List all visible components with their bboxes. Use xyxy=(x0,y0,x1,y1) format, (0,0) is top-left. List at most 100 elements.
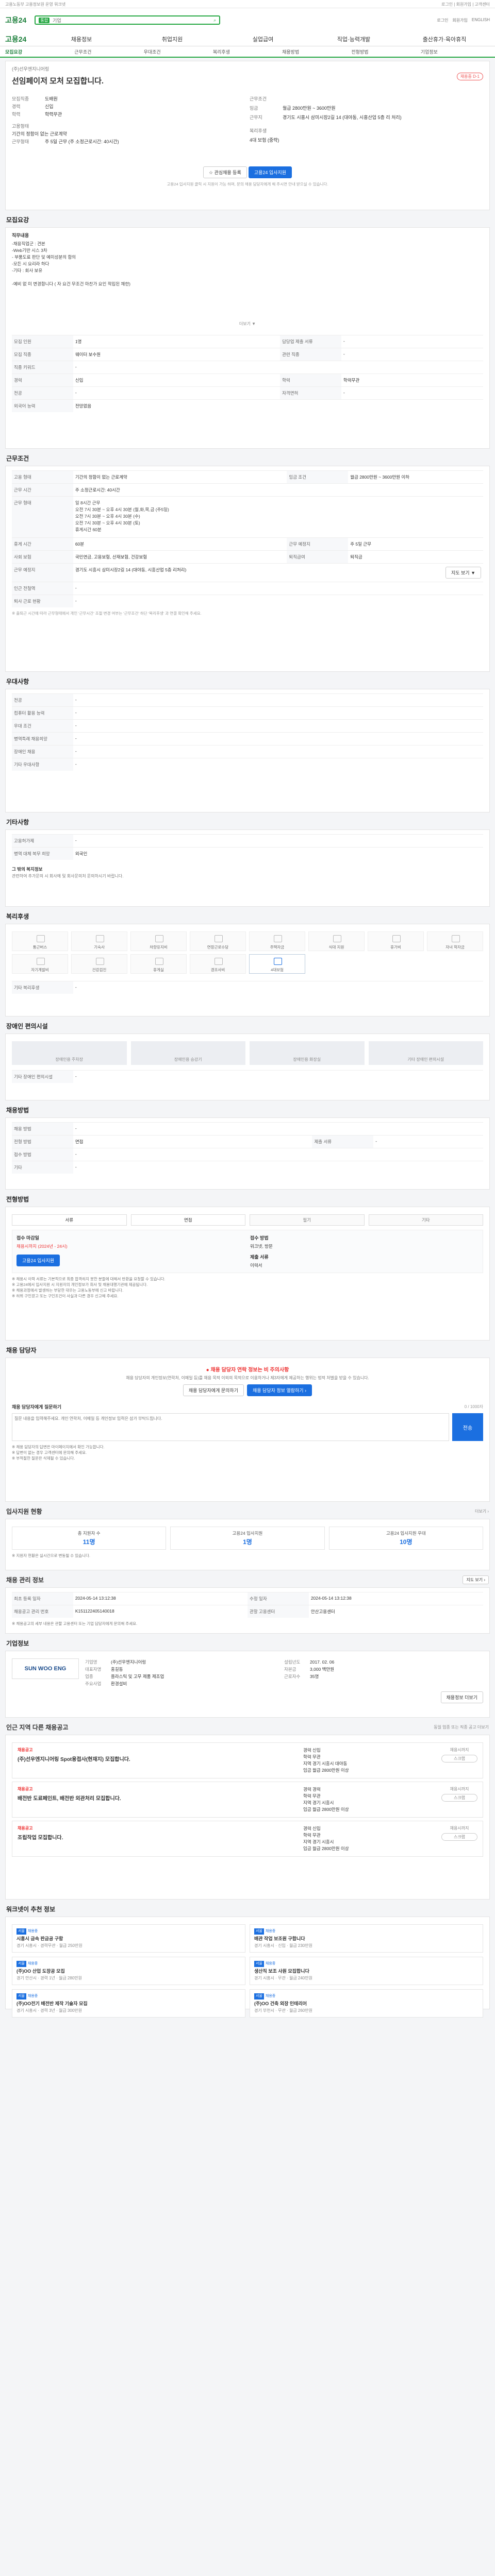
scrap-button[interactable]: 스크랩 xyxy=(441,1755,477,1762)
job-type: 채용공고 xyxy=(18,1748,33,1752)
apply-button[interactable]: 고용24 입사지원 xyxy=(248,166,292,178)
related-job-card[interactable]: 채용공고 배전반 도료페인트, 배전반 외관처리 모집합니다. 경력 경력 학력 무관… xyxy=(12,1782,483,1818)
recruit-body: -채용직업군 : 견본 -Web기반 시스 3차 - 부품도료 판단 및 예미성… xyxy=(12,241,130,286)
recommend-item[interactable]: 서울 채용중 배관 작업 보조원 구합니다 경기 시흥시 · 신입 · 월급 230만… xyxy=(250,1924,483,1953)
nav-home[interactable]: 고용24 xyxy=(5,34,36,44)
method-steps: 서류 면접 필기 기타 xyxy=(12,1214,483,1226)
method-apply-button[interactable]: 고용24 입사지원 xyxy=(16,1255,60,1266)
status-badge: 채용중 xyxy=(27,1962,38,1965)
region-tag: 서울 xyxy=(254,1993,264,1999)
job-meta: 경력 경력 학력 무관 지역 경기 시흥시 임금 월급 2800만원 이상 xyxy=(303,1786,437,1813)
job-meta-line: 학력 무관 xyxy=(303,1833,321,1838)
recruit-more-button[interactable]: 더보기 ▼ xyxy=(12,321,483,327)
recommend-item[interactable]: 서울 채용중 시흥시 금속 판금공 구함 경기 시흥시 · 경력무관 · 월급 250… xyxy=(12,1924,245,1953)
job-meta-line: 경력 경력 xyxy=(303,1787,321,1792)
scrap-button[interactable]: ☆ 관심채용 등록 xyxy=(203,166,247,178)
search-value: 기업 xyxy=(53,18,61,23)
stat-total: 총 지원자 수 11명 xyxy=(12,1527,167,1550)
util-login[interactable]: 로그인 xyxy=(437,18,448,23)
job-meta-line: 경력 신입 xyxy=(303,1748,321,1753)
welfare-item: 기숙사 xyxy=(71,931,127,951)
job-meta-line: 지역 경기 시흥시 대야동 xyxy=(303,1761,348,1766)
section-title-disabled: 장애인 편의시설 xyxy=(6,1023,48,1030)
job-meta-line: 지역 경기 시흥시 xyxy=(303,1800,334,1805)
recommend-meta: 경기 안산시 · 경력 1년 · 월급 280만원 xyxy=(16,1976,82,1980)
search-input[interactable]: 통합 기업 ⌕ xyxy=(35,15,221,25)
company-more-button[interactable]: 채용정보 더보기 xyxy=(440,1691,483,1703)
section-title-stats: 입사지원 현황 xyxy=(6,1508,42,1515)
util-english[interactable]: ENGLISH xyxy=(472,18,490,23)
stats-card: 총 지원자 수 11명 고용24 입사지원 1명 고용24 입사지원 우대 10명 ※… xyxy=(5,1519,490,1570)
welfare-item: 휴게실 xyxy=(130,954,187,974)
job-title-link[interactable]: 배전반 도료페인트, 배전반 외관처리 모집합니다. xyxy=(18,1794,299,1802)
recommend-title[interactable]: 배관 작업 보조원 구합니다 xyxy=(254,1936,478,1942)
job-meta: 경력 신입 학력 무관 지역 경기 시흥시 대야동 임금 월급 2800만원 이상 xyxy=(303,1747,437,1774)
job-meta-line: 임금 월급 2800만원 이상 xyxy=(303,1807,349,1812)
welfare-item: 4대보험 xyxy=(249,954,305,974)
job-title: 선임페이저 모처 모집합니다. xyxy=(12,77,104,86)
search-row: 고용24 통합 기업 ⌕ 로그인 회원가입 ENGLISH xyxy=(0,8,495,32)
nav-item-training[interactable]: 직업·능력개발 xyxy=(308,35,399,43)
welfare-item: 경조사비 xyxy=(190,954,246,974)
recommend-title[interactable]: (주)OO 건축 외장 인테리어 xyxy=(254,2001,478,2007)
mgmt-table: 최초 등록 일자 2024-05-14 13:12:38 수정 일자 2024-05-… xyxy=(12,1592,483,1618)
question-area: 전송 xyxy=(12,1413,483,1441)
topbar-left: 고용노동부 고용정보원 운영 워크넷 xyxy=(5,2,66,7)
recommend-title[interactable]: 시흥시 금속 판금공 구함 xyxy=(16,1936,241,1942)
welfare-item: 주택자금 xyxy=(249,931,305,951)
stats-more[interactable]: 더보기 › xyxy=(475,1509,489,1514)
recommend-item[interactable]: 서울 채용중 생산직 보조 사원 모집합니다 경기 시흥시 · 무관 · 월급 240… xyxy=(250,1957,483,1985)
other-note: 관련하여 추가문의 시 회사에 및 회사문의처 문의하시기 바랍니다. xyxy=(12,874,124,878)
apply-notice: 고용24 입사지원 클릭 시 지원이 가능 하며, 문의 채용 담당자에게 해 … xyxy=(167,182,328,187)
status-badge: 채용중 xyxy=(27,1929,38,1933)
view-contact-button[interactable]: 채용 담당자 정보 열람하기 › xyxy=(247,1384,312,1396)
question-input[interactable] xyxy=(12,1413,449,1441)
scrap-button[interactable]: 스크랩 xyxy=(441,1794,477,1802)
site-logo[interactable]: 고용24 xyxy=(5,15,26,25)
related-job-card[interactable]: 채용공고 조립작업 모집합니다. 경력 신입 학력 무관 지역 경기 시흥시 임금 월급 … xyxy=(12,1821,483,1857)
tab-method[interactable]: 전형방법 xyxy=(351,48,420,55)
nav-item-support[interactable]: 취업지원 xyxy=(127,35,218,43)
recommend-item[interactable]: 서울 채용중 (주)OO전기 배전반 제작 기술자 모집 경기 시흥시 · 경력 3년… xyxy=(12,1989,245,2018)
status-badge: 채용중 xyxy=(265,1994,276,1998)
send-button[interactable]: 전송 xyxy=(452,1413,483,1441)
tab-work[interactable]: 근무조건 xyxy=(74,48,143,55)
mgmt-map-button[interactable]: 지도 보기 › xyxy=(463,1575,489,1584)
related-more[interactable]: 동일 업종 또는 직종 공고 더보기 xyxy=(434,1724,489,1730)
nav-item-jobs[interactable]: 채용정보 xyxy=(36,35,127,43)
tab-recruit[interactable]: 모집요강 xyxy=(5,48,74,55)
stat-online: 고용24 입사지원 1명 xyxy=(170,1527,325,1550)
region-tag: 서울 xyxy=(254,1961,264,1967)
job-title-link[interactable]: (주)선우엔지니어링 Spot용접사(현재지) 모집합니다. xyxy=(18,1755,299,1762)
util-signup[interactable]: 회원가입 xyxy=(452,18,467,23)
recommend-title[interactable]: 생산직 보조 사원 모집합니다 xyxy=(254,1968,478,1974)
recommend-item[interactable]: 서울 채용중 (주)OO 산업 도장공 모집 경기 안산시 · 경력 1년 · 월급 … xyxy=(12,1957,245,1985)
tab-company[interactable]: 기업정보 xyxy=(421,48,490,55)
recommend-title[interactable]: (주)OO전기 배전반 제작 기술자 모집 xyxy=(16,2001,241,2007)
utility-links: 로그인 회원가입 ENGLISH xyxy=(437,18,490,23)
job-deadline: 채용시까지 스크랩 xyxy=(441,1825,477,1852)
job-title-link[interactable]: 조립작업 모집합니다. xyxy=(18,1833,299,1841)
section-title-related: 인근 지역 다른 채용공고 xyxy=(6,1724,69,1731)
section-title-mgmt: 채용 관리 정보 xyxy=(6,1577,44,1584)
nav-item-leave[interactable]: 출산휴가·육아휴직 xyxy=(399,35,490,43)
mgmt-note: ※ 채용공고의 세부 내용은 관할 고용센터 또는 기업 담당자에게 문의해 주… xyxy=(12,1621,138,1626)
contact-button[interactable]: 채용 담당자에게 문의하기 xyxy=(183,1384,244,1396)
scrap-button[interactable]: 스크랩 xyxy=(441,1833,477,1841)
recruit-table: 모집 인원 1명 담당업 제출 서류 - 모집 직종 웨이터 보수원 관련 직종 - 직종 … xyxy=(12,335,483,412)
recommend-title[interactable]: (주)OO 산업 도장공 모집 xyxy=(16,1968,241,1974)
welfare-item: 자녀 학자금 xyxy=(427,931,483,951)
job-type: 채용공고 xyxy=(18,1826,33,1831)
tab-welfare[interactable]: 복리후생 xyxy=(213,48,282,55)
related-job-card[interactable]: 채용공고 (주)선우엔지니어링 Spot용접사(현재지) 모집합니다. 경력 신입 학… xyxy=(12,1742,483,1778)
search-icon[interactable]: ⌕ xyxy=(213,18,216,23)
topbar-right[interactable]: 로그인 | 회원가입 | 고객센터 xyxy=(441,2,490,7)
nav-item-benefit[interactable]: 실업급여 xyxy=(218,35,308,43)
recommend-item[interactable]: 서울 채용중 (주)OO 건축 외장 인테리어 경기 부천시 · 무관 · 월급 26… xyxy=(250,1989,483,2018)
method-step: 필기 xyxy=(250,1214,365,1226)
map-button[interactable]: 지도 보기 ▼ xyxy=(445,567,481,579)
tab-hire[interactable]: 채용방법 xyxy=(282,48,351,55)
company-name[interactable]: (주)선우엔지니어링 xyxy=(12,65,104,72)
search-scope-tag[interactable]: 통합 xyxy=(39,17,50,23)
tab-pref[interactable]: 우대조건 xyxy=(144,48,213,55)
